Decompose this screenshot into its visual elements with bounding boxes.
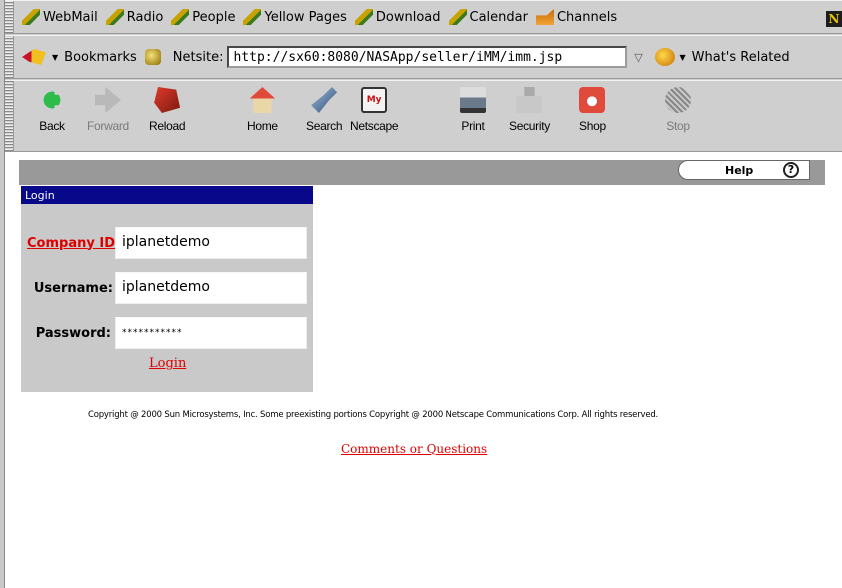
- security-label: Security: [509, 119, 550, 133]
- comments-link[interactable]: Comments or Questions: [341, 442, 487, 456]
- my-netscape-button[interactable]: My Netscape: [350, 87, 399, 133]
- password-row: Password: ***********: [27, 317, 307, 349]
- lock-icon: [516, 87, 543, 113]
- copyright-text: Copyright @ 2000 Sun Microsystems, Inc. …: [88, 410, 659, 420]
- company-row: Company ID: iplanetdemo: [27, 227, 307, 259]
- browser-window: WebMail Radio People Yellow Pages Downlo…: [0, 0, 842, 588]
- search-button[interactable]: Search: [306, 87, 343, 133]
- username-field[interactable]: iplanetdemo: [115, 272, 307, 304]
- company-id-link[interactable]: Company ID:: [27, 236, 120, 251]
- stop-button[interactable]: Stop: [665, 87, 691, 133]
- netscape-logo-icon: N: [826, 11, 842, 27]
- stop-icon: [665, 87, 691, 113]
- personal-item-label: WebMail: [43, 9, 98, 25]
- forward-button[interactable]: Forward: [87, 87, 129, 133]
- print-label: Print: [461, 119, 485, 133]
- pencil-icon: [354, 9, 373, 25]
- url-field[interactable]: http://sx60:8080/NASApp/seller/iMM/imm.j…: [227, 46, 628, 68]
- toolbar-grip[interactable]: [5, 81, 14, 151]
- personal-item-people[interactable]: People: [171, 9, 235, 25]
- username-row: Username: iplanetdemo: [27, 272, 307, 304]
- whats-related-icon: [655, 48, 676, 66]
- shop-button[interactable]: Shop: [579, 87, 606, 133]
- personal-item-label: People: [192, 9, 236, 25]
- reload-label: Reload: [149, 119, 186, 133]
- help-button[interactable]: Help ?: [678, 160, 810, 180]
- back-arrow-icon: [39, 87, 65, 113]
- browser-chrome: WebMail Radio People Yellow Pages Downlo…: [5, 0, 842, 152]
- personal-item-radio[interactable]: Radio: [105, 9, 164, 25]
- toolbar-grip[interactable]: [5, 36, 14, 78]
- netsite-label: Netsite:: [172, 49, 224, 65]
- forward-arrow-icon: [94, 87, 121, 113]
- dropdown-triangle-icon: ▼: [52, 52, 59, 62]
- search-icon: [311, 87, 338, 113]
- home-label: Home: [247, 119, 278, 133]
- shop-label: Shop: [579, 119, 606, 133]
- pencil-icon: [243, 9, 262, 25]
- whats-related-label: What's Related: [691, 49, 790, 65]
- back-button[interactable]: Back: [39, 87, 65, 133]
- personal-item-label: Download: [375, 9, 441, 25]
- netscape-label: Netscape: [350, 119, 399, 133]
- forward-label: Forward: [87, 119, 129, 133]
- home-icon: [249, 87, 276, 113]
- print-button[interactable]: Print: [460, 87, 486, 133]
- pencil-icon: [22, 9, 40, 25]
- personal-item-yellow-pages[interactable]: Yellow Pages: [243, 9, 347, 25]
- personal-item-label: Calendar: [469, 9, 528, 25]
- page-content: Help ? Login Company ID: iplanetdemo Use…: [5, 152, 842, 588]
- whats-related-button[interactable]: ▼ What's Related: [655, 48, 790, 66]
- personal-item-calendar[interactable]: Calendar: [448, 9, 528, 25]
- channels-icon: [535, 9, 554, 25]
- personal-item-webmail[interactable]: WebMail: [22, 9, 98, 25]
- login-header: Login: [21, 186, 313, 204]
- navigation-toolbar: Back Forward Reload Home Search My Netsc…: [5, 80, 842, 152]
- chevron-down-icon: ▽: [634, 50, 643, 64]
- pencil-icon: [448, 9, 467, 25]
- reload-button[interactable]: Reload: [149, 87, 186, 133]
- bookmarks-icon: [22, 49, 46, 65]
- password-field[interactable]: ***********: [115, 317, 307, 349]
- toolbar-grip[interactable]: [5, 1, 14, 33]
- my-netscape-icon: My: [361, 87, 388, 113]
- home-button[interactable]: Home: [247, 87, 278, 133]
- page-proxy-icon[interactable]: [144, 49, 161, 65]
- login-link[interactable]: Login: [149, 356, 186, 371]
- reload-icon: [154, 87, 181, 113]
- url-history-dropdown[interactable]: ▽: [629, 46, 647, 68]
- help-question-icon: ?: [783, 162, 799, 178]
- bookmarks-button[interactable]: ▼ Bookmarks: [22, 49, 137, 65]
- pencil-icon: [105, 9, 124, 25]
- shop-icon: [579, 87, 606, 113]
- login-panel: Login Company ID: iplanetdemo Username: …: [21, 186, 313, 392]
- personal-item-channels[interactable]: Channels: [535, 9, 618, 25]
- personal-item-label: Yellow Pages: [264, 9, 347, 25]
- personal-item-label: Radio: [126, 9, 164, 25]
- stop-label: Stop: [666, 119, 690, 133]
- pencil-icon: [171, 9, 190, 25]
- back-label: Back: [39, 119, 65, 133]
- dropdown-triangle-icon: ▼: [679, 52, 686, 62]
- personal-toolbar: WebMail Radio People Yellow Pages Downlo…: [5, 0, 842, 34]
- username-label: Username:: [33, 280, 113, 296]
- help-label: Help: [725, 163, 754, 177]
- bookmarks-label: Bookmarks: [64, 49, 137, 65]
- location-toolbar: ▼ Bookmarks Netsite: http://sx60:8080/NA…: [5, 35, 842, 79]
- search-label: Search: [306, 119, 343, 133]
- personal-item-download[interactable]: Download: [354, 9, 441, 25]
- company-id-field[interactable]: iplanetdemo: [115, 227, 307, 259]
- personal-item-label: Channels: [556, 9, 618, 25]
- security-button[interactable]: Security: [509, 87, 550, 133]
- password-label: Password:: [35, 325, 111, 341]
- printer-icon: [460, 87, 486, 113]
